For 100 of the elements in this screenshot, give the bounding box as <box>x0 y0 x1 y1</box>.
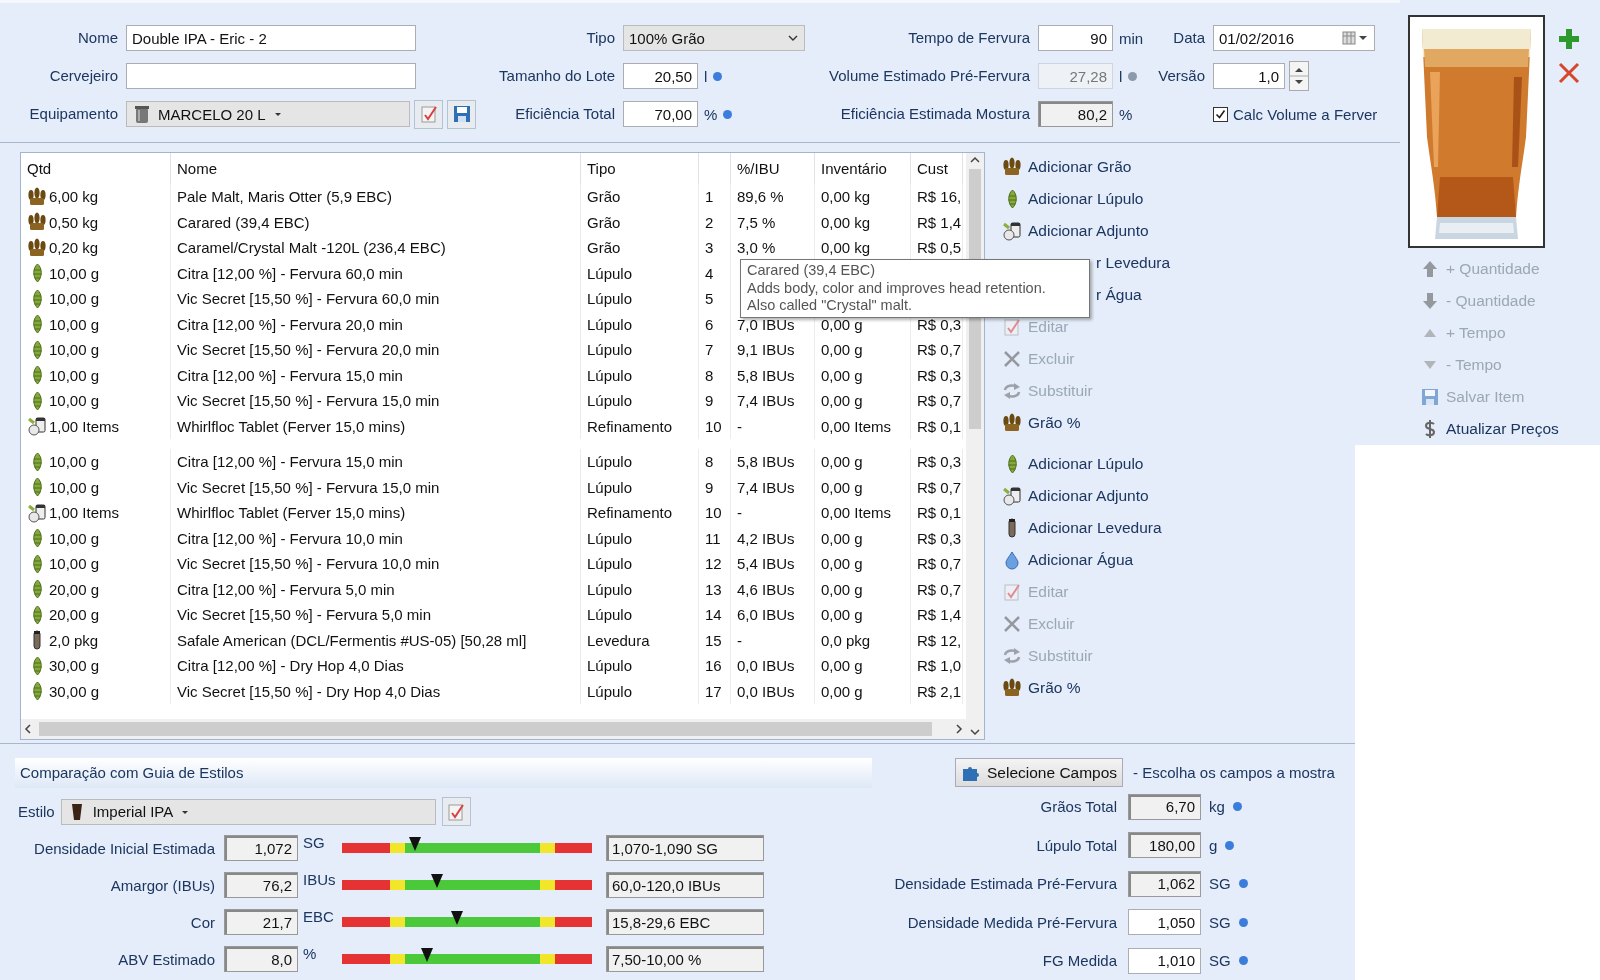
column-header[interactable]: Tipo <box>581 153 699 184</box>
field-label: Data <box>1172 28 1205 48</box>
table-cell: Levedura <box>581 627 699 653</box>
table-cell: 0,00 g <box>815 678 911 704</box>
action-button[interactable]: Adicionar Adjunto <box>1000 480 1171 512</box>
number-field: 6,70 <box>1128 793 1201 820</box>
arrow-up-icon <box>1420 259 1440 279</box>
number-field[interactable]: 1,010 <box>1128 947 1201 974</box>
table-cell: 17 <box>699 678 731 704</box>
table-cell: Lúpulo <box>581 449 699 475</box>
text-field[interactable] <box>126 63 416 89</box>
table-cell: Grão <box>581 184 699 210</box>
table-cell: 10,00 g <box>49 529 100 547</box>
table-cell: Lúpulo <box>581 362 699 388</box>
action-button[interactable]: Adicionar Grão <box>1000 151 1171 183</box>
vial-icon <box>1008 518 1016 538</box>
save-button[interactable] <box>447 99 476 129</box>
table-cell: Lúpulo <box>581 337 699 363</box>
table-cell: Lúpulo <box>581 678 699 704</box>
table-cell: 10 <box>699 500 731 526</box>
action-button[interactable]: Grão % <box>1000 407 1171 439</box>
hop-icon <box>31 477 43 498</box>
action-button[interactable]: Grão % <box>1000 672 1171 704</box>
field-label: Estilo <box>18 803 55 820</box>
table-cell: 0,00 g <box>815 576 911 602</box>
select-field[interactable]: 100% Grão <box>623 25 805 51</box>
number-field: 27,28 <box>1038 63 1113 89</box>
unit-label: SG <box>1209 952 1231 970</box>
tablets-icon <box>1002 486 1022 506</box>
vial-icon <box>33 630 41 651</box>
table-cell: R$ 0,7 <box>911 551 963 577</box>
tooltip-line: Carared (39,4 EBC) <box>747 262 876 280</box>
table-cell: 0,00 g <box>815 525 911 551</box>
table-cell: R$ 0,7 <box>911 576 963 602</box>
wheat-icon <box>1002 678 1022 698</box>
action-button[interactable]: r Levedura <box>1096 247 1171 279</box>
action-button[interactable]: Adicionar Água <box>1000 544 1171 576</box>
table-cell: 13 <box>699 576 731 602</box>
table-cell: 0,00 Items <box>815 413 911 439</box>
table-cell: Caramel/Crystal Malt -120L (236,4 EBC) <box>171 235 581 261</box>
number-field[interactable]: 1,0 <box>1213 63 1285 89</box>
date-field[interactable]: 01/02/2016 <box>1213 25 1375 51</box>
action-button[interactable]: Atualizar Preços <box>1418 414 1600 444</box>
hop-icon <box>31 263 43 284</box>
action-button[interactable]: Adicionar Levedura <box>1000 512 1171 544</box>
table-cell: 1 <box>699 184 731 210</box>
table-cell: Vic Secret [15,50 %] - Dry Hop 4,0 Dias <box>171 678 581 704</box>
table-cell: - <box>731 500 815 526</box>
column-header[interactable]: Cust <box>911 153 963 184</box>
number-field[interactable]: 70,00 <box>623 101 698 127</box>
table-cell: 10,00 g <box>49 315 100 333</box>
edit-button[interactable] <box>441 797 471 826</box>
action-button[interactable]: Adicionar Lúpulo <box>1000 448 1171 480</box>
number-field: 80,2 <box>1038 101 1113 127</box>
close-icon[interactable] <box>1557 61 1581 85</box>
number-field[interactable]: 90 <box>1038 25 1113 51</box>
action-button[interactable]: Adicionar Lúpulo <box>1000 183 1171 215</box>
table-cell: R$ 0,3 <box>911 449 963 475</box>
table-cell: R$ 1,0 <box>911 653 963 679</box>
spin-buttons[interactable] <box>1289 61 1309 91</box>
table-cell: 5,4 IBUs <box>731 551 815 577</box>
table-cell: Whirlfloc Tablet (Ferver 15,0 mins) <box>171 413 581 439</box>
table-cell: 0,0 IBUs <box>731 653 815 679</box>
column-header[interactable]: Nome <box>171 153 581 184</box>
tablets-icon <box>27 416 47 437</box>
dropdown[interactable]: MARCELO 20 L <box>126 101 410 127</box>
table-cell: 20,00 g <box>49 606 100 624</box>
range-field: 60,0-120,0 IBUs <box>606 872 764 898</box>
value-field: 76,2 <box>224 872 298 898</box>
dropdown[interactable]: Imperial IPA <box>60 798 436 825</box>
value-field: 21,7 <box>224 909 298 935</box>
hop-icon <box>1006 189 1018 209</box>
hop-icon <box>31 604 43 625</box>
hop-icon <box>31 451 43 472</box>
table-cell: 20,00 g <box>49 580 100 598</box>
table-cell: 12 <box>699 551 731 577</box>
action-button[interactable]: r Água <box>1096 279 1171 311</box>
wheat-icon <box>27 186 47 207</box>
column-header[interactable]: %/IBU <box>731 153 815 184</box>
column-header[interactable]: Qtd <box>21 153 171 184</box>
table-cell: R$ 0,3 <box>911 525 963 551</box>
checkbox[interactable]: Calc Volume a Ferver <box>1213 105 1378 123</box>
hop-icon <box>31 314 43 335</box>
action-button[interactable]: Adicionar Adjunto <box>1000 215 1171 247</box>
table-cell: Grão <box>581 235 699 261</box>
number-field[interactable]: 1,050 <box>1128 909 1201 936</box>
select-fields-button[interactable]: Selecione Campos <box>955 758 1124 787</box>
edit-button[interactable] <box>414 99 443 129</box>
table-cell: Lúpulo <box>581 602 699 628</box>
table-cell: 0,00 g <box>815 551 911 577</box>
column-header[interactable]: Inventário <box>815 153 911 184</box>
number-field[interactable]: 20,50 <box>623 63 698 89</box>
add-icon[interactable] <box>1557 27 1581 51</box>
table-cell: 89,6 % <box>731 184 815 210</box>
text-field[interactable]: Double IPA - Eric - 2 <box>126 25 416 51</box>
wheat-icon <box>1002 413 1022 433</box>
unit-label: SG <box>302 832 326 851</box>
scrollbar[interactable] <box>21 719 966 739</box>
hop-icon <box>1006 454 1018 474</box>
save-icon <box>451 104 472 124</box>
